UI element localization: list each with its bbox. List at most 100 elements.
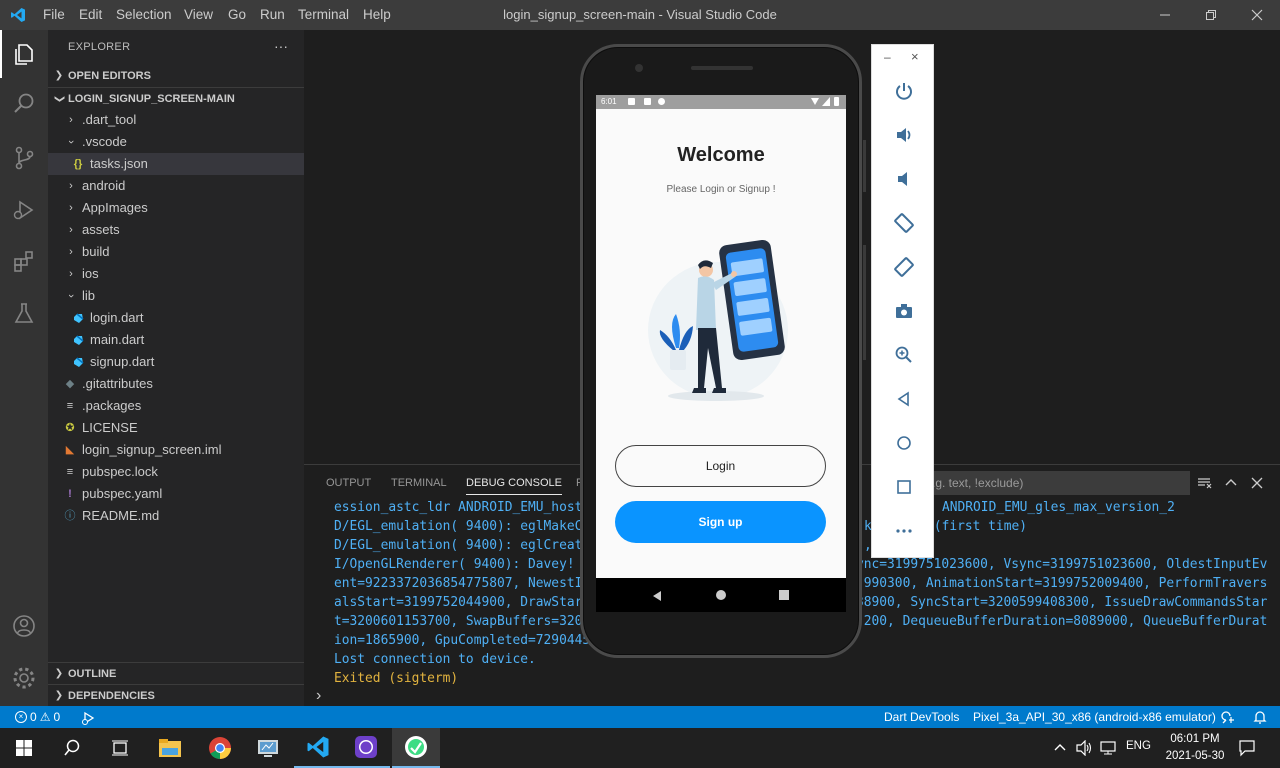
tree-item-login-dart[interactable]: login.dart: [48, 307, 304, 329]
signup-button[interactable]: Sign up: [615, 501, 826, 543]
run-debug-icon[interactable]: [0, 186, 48, 234]
device-selector[interactable]: Pixel_3a_API_30_x86 (android-x86 emulato…: [973, 706, 1216, 728]
problems-indicator[interactable]: × 0 ⚠ 0: [15, 706, 60, 728]
show-hidden-icons-chevron-icon[interactable]: [1054, 740, 1066, 758]
menu-edit[interactable]: Edit: [79, 0, 102, 30]
dart-devtools-button[interactable]: Dart DevTools: [884, 706, 959, 728]
zoom-icon[interactable]: [872, 340, 935, 370]
nav-recents-icon[interactable]: [779, 590, 789, 600]
clear-console-icon[interactable]: [1196, 475, 1212, 491]
menu-file[interactable]: File: [43, 0, 65, 30]
warning-count: 0: [53, 710, 61, 724]
tree-item-build[interactable]: › build: [48, 241, 304, 263]
file-explorer-icon[interactable]: [146, 728, 194, 768]
tab-output[interactable]: OUTPUT: [326, 465, 371, 501]
nav-home-icon[interactable]: [716, 590, 726, 600]
open-editors-section[interactable]: ❯ OPEN EDITORS: [48, 65, 304, 87]
volume-up-icon[interactable]: [872, 120, 935, 150]
tree-item-assets[interactable]: › assets: [48, 219, 304, 241]
title-bar: File Edit Selection View Go Run Terminal…: [0, 0, 1280, 30]
home-circle-icon[interactable]: [872, 428, 935, 458]
tab-terminal[interactable]: TERMINAL: [391, 465, 447, 501]
console-prompt-icon[interactable]: ›: [316, 687, 321, 705]
menu-terminal[interactable]: Terminal: [298, 0, 349, 30]
restore-icon[interactable]: [1188, 0, 1234, 30]
screenshot-camera-icon[interactable]: [872, 296, 935, 326]
tree-item-readme[interactable]: ⓘ README.md: [48, 505, 304, 527]
explorer-files-icon[interactable]: [0, 30, 48, 78]
volume-keys[interactable]: [863, 245, 866, 360]
menu-selection[interactable]: Selection: [116, 0, 172, 30]
outline-section[interactable]: ❯ OUTLINE: [48, 662, 304, 684]
tree-item-main-dart[interactable]: main.dart: [48, 329, 304, 351]
tree-item-license[interactable]: ✪ LICENSE: [48, 417, 304, 439]
power-key[interactable]: [863, 140, 866, 192]
tree-item-tasks-json[interactable]: {} tasks.json: [48, 153, 304, 175]
phone-user-illustration: [646, 238, 796, 403]
accounts-icon[interactable]: [0, 602, 48, 650]
tree-item-signup-dart[interactable]: signup.dart: [48, 351, 304, 373]
chevron-right-icon: ›: [69, 268, 73, 280]
menu-view[interactable]: View: [184, 0, 213, 30]
nav-back-icon[interactable]: [652, 589, 662, 607]
overview-square-icon[interactable]: [872, 472, 935, 502]
tab-debug-console[interactable]: DEBUG CONSOLE: [466, 465, 562, 501]
android-emulator-taskbar-icon[interactable]: [392, 728, 440, 768]
windows-start-icon[interactable]: [0, 728, 48, 768]
more-options-icon[interactable]: [872, 516, 935, 546]
maximize-panel-icon[interactable]: [1223, 475, 1239, 491]
dependencies-section[interactable]: ❯ DEPENDENCIES: [48, 684, 304, 706]
github-desktop-icon[interactable]: [342, 728, 390, 768]
warning-icon: ⚠: [39, 710, 51, 724]
error-icon: ×: [15, 711, 27, 723]
tree-item-android[interactable]: › android: [48, 175, 304, 197]
minimize-icon[interactable]: [1142, 0, 1188, 30]
rss-file-icon: ◣: [65, 444, 75, 456]
network-icon[interactable]: [1100, 740, 1118, 761]
close-panel-icon[interactable]: [1249, 475, 1265, 491]
more-actions-icon[interactable]: ···: [274, 38, 288, 54]
volume-down-icon[interactable]: [872, 164, 935, 194]
system-clock[interactable]: 06:01 PM 2021-05-30: [1160, 731, 1230, 765]
chrome-icon[interactable]: [196, 728, 244, 768]
vscode-taskbar-icon[interactable]: [294, 728, 342, 768]
tree-item-ios[interactable]: › ios: [48, 263, 304, 285]
rotate-left-icon[interactable]: [872, 208, 935, 238]
tree-item-dart-tool[interactable]: › .dart_tool: [48, 109, 304, 131]
tree-item-pubspec-yaml[interactable]: ! pubspec.yaml: [48, 483, 304, 505]
tree-item-gitattributes[interactable]: ◆ .gitattributes: [48, 373, 304, 395]
manage-gear-icon[interactable]: [0, 654, 48, 702]
testing-flask-icon[interactable]: [0, 290, 48, 338]
tree-item-vscode[interactable]: › .vscode: [48, 131, 304, 153]
console-filter-input[interactable]: .g. text, !exclude): [924, 471, 1190, 495]
action-center-icon[interactable]: [1238, 739, 1256, 762]
back-triangle-icon[interactable]: [872, 384, 935, 414]
power-icon[interactable]: [872, 76, 935, 106]
taskbar-search-icon[interactable]: [48, 728, 96, 768]
tree-item-appimages[interactable]: › AppImages: [48, 197, 304, 219]
tree-item-pubspec-lock[interactable]: ≡ pubspec.lock: [48, 461, 304, 483]
menu-run[interactable]: Run: [260, 0, 285, 30]
emulator-minimize-icon[interactable]: –: [884, 50, 891, 64]
extensions-icon[interactable]: [0, 238, 48, 286]
console-line: Lost connection to device.: [334, 652, 536, 667]
menu-go[interactable]: Go: [228, 0, 246, 30]
tree-item-packages[interactable]: ≡ .packages: [48, 395, 304, 417]
chevron-right-icon: ❯: [54, 668, 64, 679]
close-window-icon[interactable]: [1234, 0, 1280, 30]
input-language[interactable]: ENG: [1126, 740, 1151, 752]
menu-help[interactable]: Help: [363, 0, 391, 30]
control-panel-icon[interactable]: [244, 728, 292, 768]
rotate-right-icon[interactable]: [872, 252, 935, 282]
source-control-icon[interactable]: [0, 134, 48, 182]
speaker-volume-icon[interactable]: [1076, 739, 1094, 761]
task-view-icon[interactable]: [96, 728, 144, 768]
project-root-section[interactable]: ❯ LOGIN_SIGNUP_SCREEN-MAIN: [48, 87, 304, 109]
login-button[interactable]: Login: [615, 445, 826, 487]
emulator-close-icon[interactable]: ×: [911, 49, 919, 64]
tree-item-lib[interactable]: › lib: [48, 285, 304, 307]
sync-icon: [658, 98, 665, 105]
search-icon[interactable]: [0, 80, 48, 128]
tree-item-iml[interactable]: ◣ login_signup_screen.iml: [48, 439, 304, 461]
license-file-icon: ✪: [65, 422, 75, 434]
